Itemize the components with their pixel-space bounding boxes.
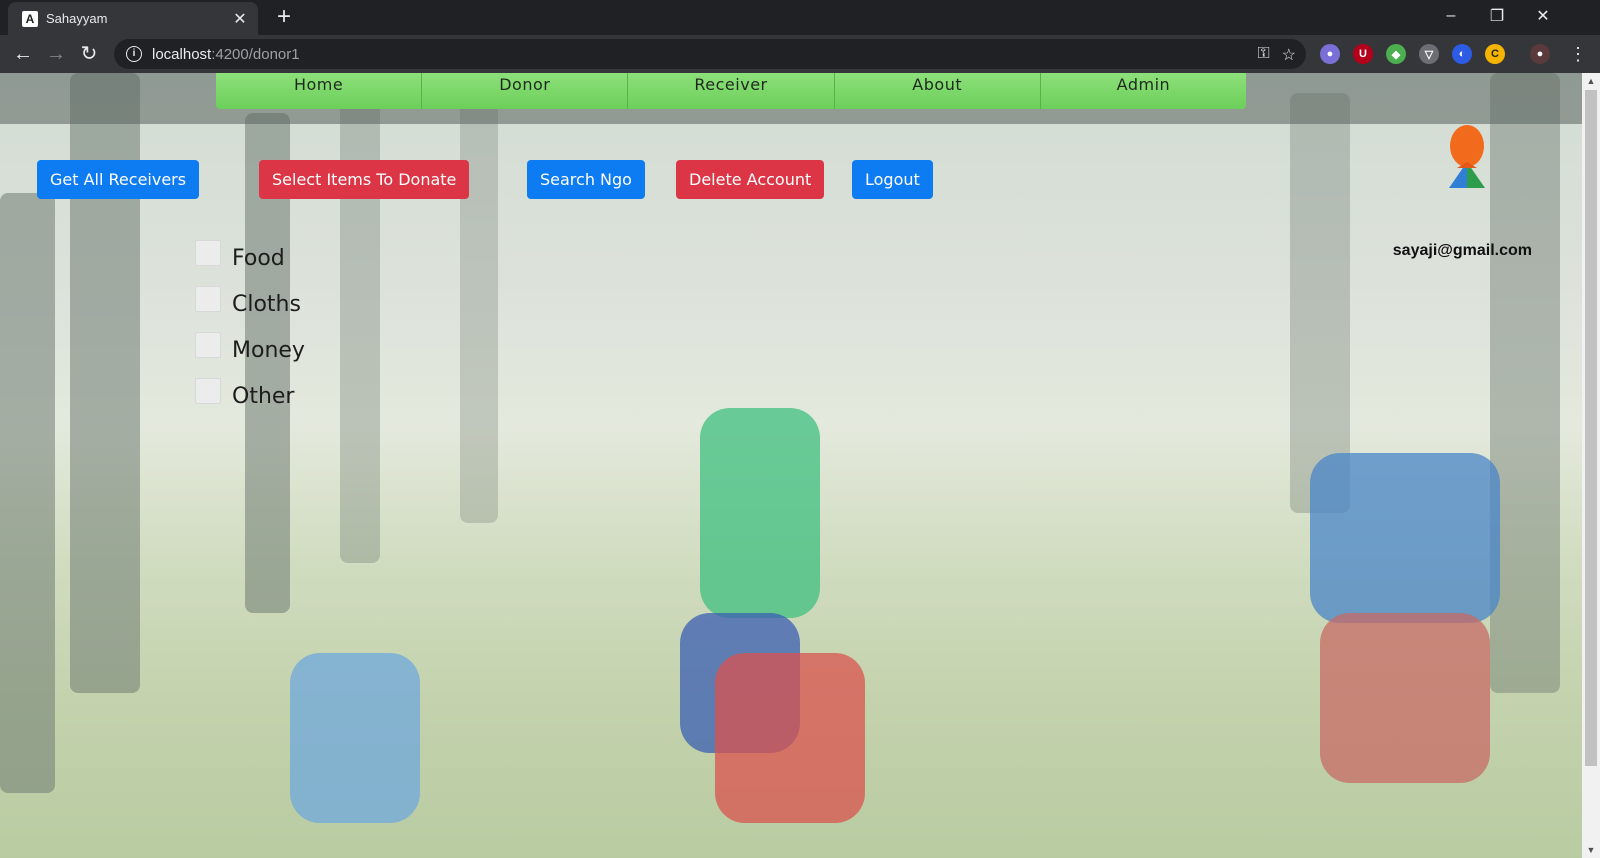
tab-title: Sahayyam <box>46 11 108 26</box>
page-viewport: Home Donor Receiver About Admin Get All … <box>0 73 1582 858</box>
scroll-thumb[interactable] <box>1585 90 1597 766</box>
child-figure-left <box>290 653 420 823</box>
angular-favicon-icon: A <box>22 10 38 27</box>
new-tab-button[interactable]: + <box>270 4 298 32</box>
cloths-checkbox[interactable] <box>195 286 221 312</box>
nav-admin[interactable]: Admin <box>1040 73 1246 109</box>
restore-window-button[interactable]: ❐ <box>1474 0 1520 32</box>
logout-button[interactable]: Logout <box>852 160 933 199</box>
extension-5-icon[interactable]: ◐ <box>1452 44 1472 64</box>
food-checkbox[interactable] <box>195 240 221 266</box>
nav-home[interactable]: Home <box>216 73 423 109</box>
browser-tab[interactable]: A Sahayyam ✕ <box>8 2 258 35</box>
nav-receiver[interactable]: Receiver <box>628 73 835 109</box>
nav-donor[interactable]: Donor <box>422 73 629 109</box>
donation-item-cloths[interactable]: Cloths <box>195 281 305 327</box>
minimize-window-button[interactable]: – <box>1428 0 1474 32</box>
donation-item-food[interactable]: Food <box>195 235 305 281</box>
browser-tab-bar: A Sahayyam ✕ + – ❐ ✕ <box>0 0 1600 35</box>
user-avatar-icon <box>1449 125 1485 188</box>
child-figure-right-legs <box>1320 613 1490 783</box>
address-bar[interactable]: i localhost :4200/donor1 ⚿ ☆ <box>114 39 1306 69</box>
background-tree <box>0 193 55 793</box>
other-checkbox[interactable] <box>195 378 221 404</box>
reload-icon[interactable]: ↻ <box>74 39 104 69</box>
extension-3-icon[interactable]: ◆ <box>1386 44 1406 64</box>
user-email: sayaji@gmail.com <box>1392 242 1532 259</box>
scroll-down-icon[interactable]: ▼ <box>1582 842 1600 858</box>
forward-icon[interactable]: → <box>41 39 71 69</box>
back-icon[interactable]: ← <box>8 39 38 69</box>
url-path: :4200/donor1 <box>211 45 300 63</box>
other-label: Other <box>232 383 295 409</box>
child-figure-green <box>700 408 820 618</box>
bookmark-star-icon[interactable]: ☆ <box>1282 45 1296 65</box>
close-tab-icon[interactable]: ✕ <box>230 9 250 29</box>
key-icon[interactable]: ⚿ <box>1257 45 1269 65</box>
background-tree <box>1290 93 1350 513</box>
extension-1-icon[interactable]: ● <box>1320 44 1340 64</box>
background-tree <box>1490 73 1560 693</box>
cloths-label: Cloths <box>232 291 301 317</box>
profile-avatar-icon[interactable]: ● <box>1530 44 1550 64</box>
nav-about[interactable]: About <box>834 73 1041 109</box>
menu-kebab-icon[interactable]: ⋮ <box>1563 39 1593 69</box>
get-all-receivers-button[interactable]: Get All Receivers <box>37 160 200 199</box>
money-label: Money <box>232 337 305 363</box>
child-figure-right <box>1310 453 1500 623</box>
select-items-to-donate-button[interactable]: Select Items To Donate <box>259 160 470 199</box>
donation-item-money[interactable]: Money <box>195 327 305 373</box>
close-window-button[interactable]: ✕ <box>1520 0 1566 32</box>
food-label: Food <box>232 245 285 271</box>
ublock-extension-icon[interactable]: U <box>1353 44 1373 64</box>
site-info-icon[interactable]: i <box>126 46 142 62</box>
scroll-up-icon[interactable]: ▲ <box>1582 73 1600 89</box>
page-scrollbar[interactable]: ▲ ▼ <box>1582 73 1600 858</box>
main-nav: Home Donor Receiver About Admin <box>216 73 1246 109</box>
url-host: localhost <box>152 45 212 63</box>
delete-account-button[interactable]: Delete Account <box>676 160 825 199</box>
donation-item-other[interactable]: Other <box>195 373 305 419</box>
child-figure-red <box>715 653 865 823</box>
extension-6-icon[interactable]: C <box>1485 44 1505 64</box>
money-checkbox[interactable] <box>195 332 221 358</box>
search-ngo-button[interactable]: Search Ngo <box>527 160 645 199</box>
browser-toolbar: ← → ↻ i localhost :4200/donor1 ⚿ ☆ ● U ◆… <box>0 35 1600 73</box>
pocket-extension-icon[interactable]: ▽ <box>1419 44 1439 64</box>
donation-items-list: Food Cloths Money Other <box>195 235 305 419</box>
